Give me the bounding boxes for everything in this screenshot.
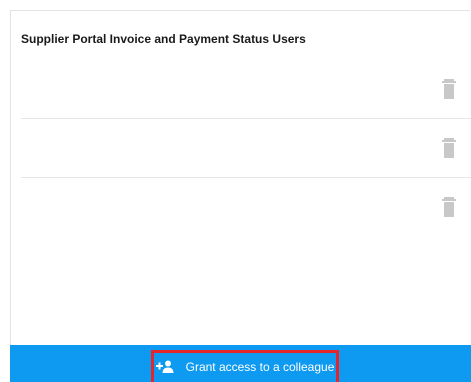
add-user-icon bbox=[155, 360, 174, 373]
grant-access-label: Grant access to a colleague bbox=[185, 359, 335, 374]
users-panel: Supplier Portal Invoice and Payment Stat… bbox=[10, 10, 471, 381]
delete-user-button[interactable] bbox=[441, 196, 457, 218]
grant-access-button[interactable]: Grant access to a colleague bbox=[151, 350, 339, 382]
panel-title: Supplier Portal Invoice and Payment Stat… bbox=[21, 32, 306, 46]
user-row bbox=[21, 119, 471, 178]
delete-user-button[interactable] bbox=[441, 78, 457, 100]
footer-bar: Grant access to a colleague bbox=[10, 345, 471, 382]
user-row bbox=[21, 60, 471, 119]
user-row bbox=[21, 178, 471, 237]
trash-icon bbox=[442, 138, 456, 158]
trash-icon bbox=[442, 79, 456, 99]
delete-user-button[interactable] bbox=[441, 137, 457, 159]
trash-icon bbox=[442, 197, 456, 217]
